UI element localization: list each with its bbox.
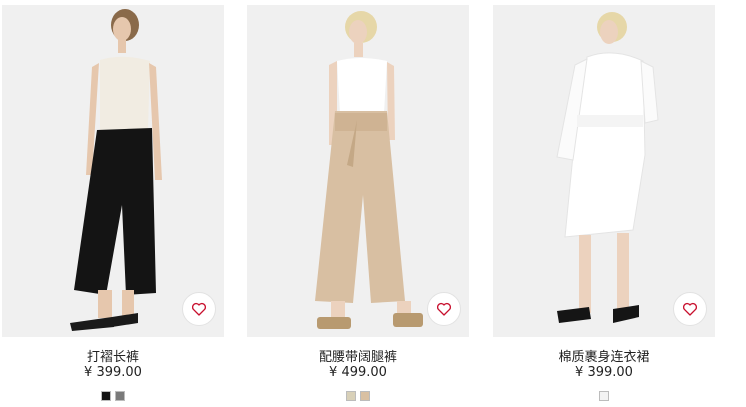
color-swatch[interactable] [115,391,125,401]
product-price: ¥ 399.00 [84,365,142,380]
product-price: ¥ 499.00 [329,365,387,380]
product-image[interactable] [493,5,715,337]
product-name[interactable]: 打褶长裤 [2,346,224,365]
color-swatch[interactable] [101,391,111,401]
product-image[interactable] [2,5,224,337]
favorite-button[interactable] [182,292,216,326]
color-swatches [2,391,224,401]
product-name[interactable]: 棉质裹身连衣裙 [493,346,715,365]
color-swatch[interactable] [346,391,356,401]
heart-icon [191,302,207,316]
favorite-button[interactable] [673,292,707,326]
color-swatches [493,391,715,401]
product-grid: 打褶长裤 ¥ 399.00 配腰带阔腿裤 ¥ 499.00 棉质裹身连衣裙 ¥ … [0,0,746,407]
color-swatch[interactable] [360,391,370,401]
product-card[interactable]: 打褶长裤 ¥ 399.00 [2,5,224,405]
favorite-button[interactable] [427,292,461,326]
heart-icon [436,302,452,316]
color-swatches [247,391,469,401]
color-swatch[interactable] [599,391,609,401]
product-price: ¥ 399.00 [575,365,633,380]
product-card[interactable]: 配腰带阔腿裤 ¥ 499.00 [247,5,469,405]
product-card[interactable]: 棉质裹身连衣裙 ¥ 399.00 [493,5,715,405]
product-name[interactable]: 配腰带阔腿裤 [247,346,469,365]
heart-icon [682,302,698,316]
product-image[interactable] [247,5,469,337]
